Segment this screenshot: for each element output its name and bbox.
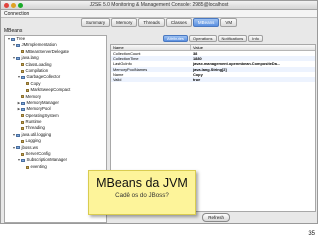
refresh-button[interactable]: Refresh bbox=[202, 213, 230, 222]
mbean-icon bbox=[21, 69, 24, 73]
folder-icon bbox=[16, 56, 20, 60]
mbean-icon bbox=[21, 50, 24, 54]
folder-icon bbox=[21, 76, 25, 80]
column-header-value[interactable]: Value bbox=[191, 45, 315, 50]
note-subtitle: Cadê os do JBoss? bbox=[115, 192, 169, 199]
menu-bar: Connection bbox=[1, 10, 317, 18]
tab-mbeans[interactable]: MBeans bbox=[192, 18, 220, 27]
mbean-icon bbox=[21, 127, 24, 131]
folder-icon bbox=[16, 146, 20, 150]
mbean-icon bbox=[26, 165, 29, 169]
table-row[interactable]: Valid true bbox=[111, 76, 315, 83]
subtab-notifications[interactable]: Notifications bbox=[217, 35, 248, 42]
mbean-icon bbox=[21, 139, 24, 143]
subtab-attributes[interactable]: Attributes bbox=[163, 35, 188, 42]
tab-memory[interactable]: Memory bbox=[111, 18, 138, 27]
title-bar[interactable]: J2SE 5.0 Monitoring & Management Console… bbox=[1, 1, 317, 10]
attribute-name: Valid bbox=[113, 76, 122, 82]
tab-classes[interactable]: Classes bbox=[165, 18, 192, 27]
mbean-icon bbox=[21, 120, 24, 124]
table-body: CollectionCount 38 CollectionTime 1880 LastG… bbox=[111, 51, 315, 83]
mbean-icon bbox=[21, 63, 24, 67]
mbean-icon bbox=[21, 152, 24, 156]
mbeans-panel-title: MBeans bbox=[4, 28, 23, 34]
mbean-icon bbox=[26, 88, 29, 92]
subtab-info[interactable]: Info bbox=[248, 35, 263, 42]
folder-icon bbox=[11, 37, 15, 41]
attribute-value[interactable]: true bbox=[191, 77, 315, 82]
tree-node-label: eventing bbox=[30, 163, 47, 169]
main-tabs: Summary Memory Threads Classes MBeans VM bbox=[1, 18, 317, 27]
folder-icon bbox=[21, 101, 25, 105]
folder-icon bbox=[21, 159, 25, 163]
tab-vm[interactable]: VM bbox=[220, 18, 238, 27]
note-title: MBeans da JVM bbox=[96, 176, 188, 190]
detail-tabs: Attributes Operations Notifications Info bbox=[110, 35, 316, 42]
subtab-operations[interactable]: Operations bbox=[188, 35, 217, 42]
tab-summary[interactable]: Summary bbox=[80, 18, 111, 27]
sticky-note: MBeans da JVM Cadê os do JBoss? bbox=[88, 170, 196, 215]
folder-icon bbox=[21, 107, 25, 111]
tab-threads[interactable]: Threads bbox=[138, 18, 165, 27]
folder-icon bbox=[16, 44, 20, 48]
mbean-icon bbox=[21, 95, 24, 99]
mbean-icon bbox=[26, 82, 29, 86]
folder-icon bbox=[16, 133, 20, 137]
page-number: 35 bbox=[308, 231, 315, 237]
window-title: J2SE 5.0 Monitoring & Management Console… bbox=[89, 2, 229, 8]
column-header-name[interactable]: Name bbox=[111, 45, 191, 50]
mbean-icon bbox=[21, 114, 24, 118]
menu-connection[interactable]: Connection bbox=[4, 11, 29, 17]
